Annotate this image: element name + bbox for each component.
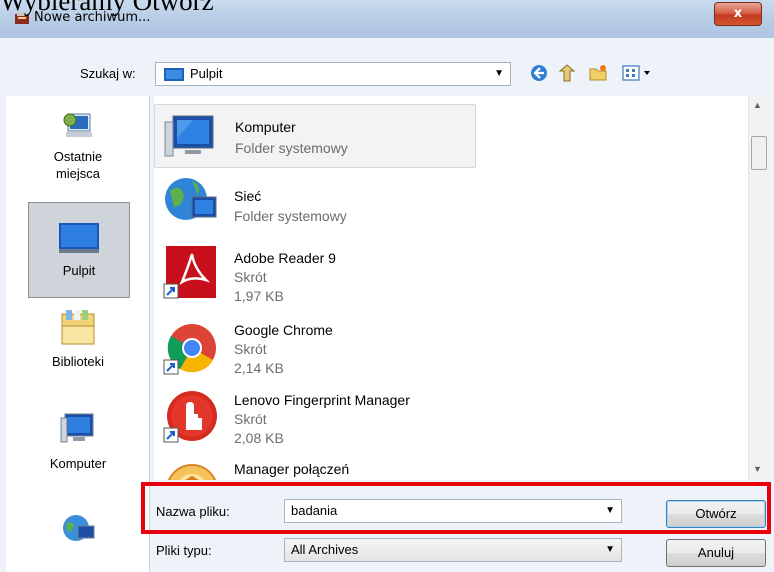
adobe-reader-icon xyxy=(163,246,216,299)
filetype-label: Pliki typu: xyxy=(156,543,212,558)
computer-icon xyxy=(164,115,214,157)
list-item[interactable]: Sieć Folder systemowy xyxy=(154,170,474,232)
place-recent-label: Ostatnie miejsca xyxy=(53,149,103,181)
highlight-box xyxy=(141,482,771,534)
file-type: Skrót xyxy=(234,411,267,427)
lookin-label: Szukaj w: xyxy=(80,66,136,81)
file-name: Lenovo Fingerprint Manager xyxy=(234,392,410,408)
place-network[interactable] xyxy=(28,510,128,558)
chevron-down-icon: ▼ xyxy=(494,68,504,79)
place-computer-label: Komputer xyxy=(49,456,107,471)
desktop-icon xyxy=(164,68,184,81)
connection-manager-icon xyxy=(168,464,216,480)
list-item[interactable]: Google Chrome Skrót 2,14 KB xyxy=(154,314,474,386)
computer-icon xyxy=(60,413,94,443)
file-type: Folder systemowy xyxy=(234,208,347,224)
place-recent[interactable]: Ostatnie miejsca xyxy=(28,108,128,200)
list-item[interactable]: Komputer Folder systemowy xyxy=(154,104,476,168)
place-desktop-label: Pulpit xyxy=(62,263,96,278)
network-icon xyxy=(165,178,217,220)
file-name: Manager połączeń xyxy=(234,461,350,477)
file-name: Komputer xyxy=(235,119,296,135)
scroll-thumb[interactable] xyxy=(751,136,767,170)
filetype-select[interactable]: All Archives ▼ xyxy=(284,538,622,562)
libraries-icon xyxy=(61,310,95,345)
close-button[interactable]: x xyxy=(714,2,762,26)
desktop-icon xyxy=(59,223,99,253)
list-item[interactable]: Manager połączeń xyxy=(154,458,474,480)
new-folder-icon[interactable] xyxy=(588,63,608,83)
cancel-button[interactable]: Anuluj xyxy=(666,539,766,567)
place-libraries[interactable]: Biblioteki xyxy=(28,308,128,398)
chevron-down-icon[interactable]: ▼ xyxy=(605,544,615,555)
file-size: 2,14 KB xyxy=(234,360,284,376)
place-libraries-label: Biblioteki xyxy=(51,354,105,369)
file-list-scrollbar[interactable]: ▲ ▼ xyxy=(748,96,769,480)
network-icon xyxy=(63,515,95,541)
page-caption: Wybieramy Otwórz xyxy=(0,0,214,16)
up-folder-icon[interactable] xyxy=(557,63,577,83)
list-item[interactable]: Adobe Reader 9 Skrót 1,97 KB xyxy=(154,240,474,314)
lookin-combo[interactable]: Pulpit ▼ xyxy=(155,62,511,86)
file-type: Skrót xyxy=(234,269,267,285)
scroll-up-icon[interactable]: ▲ xyxy=(753,100,762,110)
place-desktop[interactable]: Pulpit xyxy=(28,202,130,298)
chrome-icon xyxy=(163,324,216,375)
recent-places-icon xyxy=(63,113,92,137)
place-computer[interactable]: Komputer xyxy=(28,410,128,496)
file-size: 1,97 KB xyxy=(234,288,284,304)
file-name: Sieć xyxy=(234,188,262,204)
file-type: Folder systemowy xyxy=(235,140,348,156)
fingerprint-icon xyxy=(163,391,217,443)
file-type: Skrót xyxy=(234,341,267,357)
lookin-value: Pulpit xyxy=(190,66,223,81)
file-list: Komputer Folder systemowy Sieć Folder sy… xyxy=(154,96,748,480)
scroll-down-icon[interactable]: ▼ xyxy=(753,464,762,474)
filetype-value: All Archives xyxy=(291,542,359,557)
list-item[interactable]: Lenovo Fingerprint Manager Skrót 2,08 KB xyxy=(154,386,474,458)
file-name: Adobe Reader 9 xyxy=(234,250,336,266)
back-icon[interactable] xyxy=(529,63,549,83)
file-name: Google Chrome xyxy=(234,322,333,338)
view-menu-icon[interactable] xyxy=(622,63,656,83)
file-size: 2,08 KB xyxy=(234,430,284,446)
places-bar: Ostatnie miejsca Pulpit Biblioteki Kompu… xyxy=(6,96,150,572)
